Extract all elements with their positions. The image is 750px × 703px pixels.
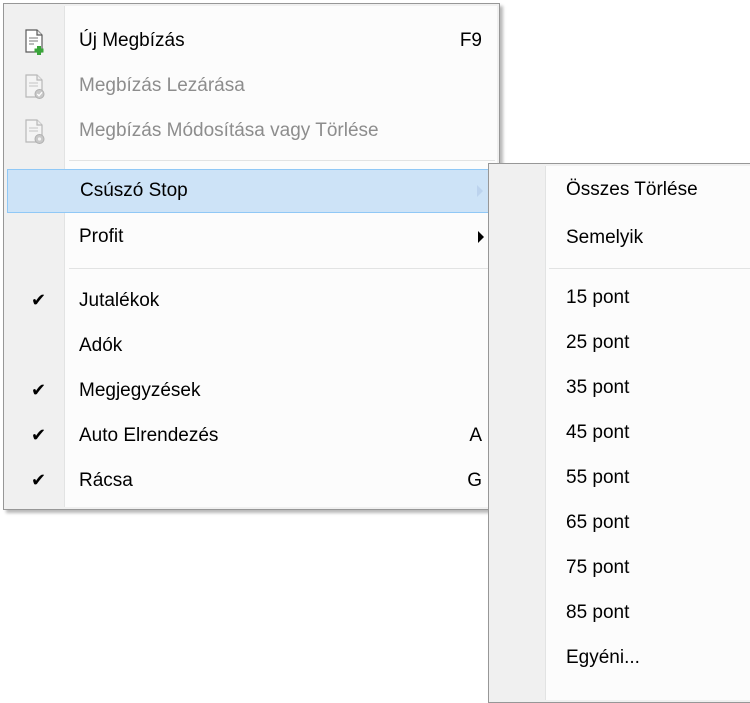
menu-item-label: 15 pont [566,287,630,308]
submenu-item-55-points[interactable]: 55 pont [492,457,750,501]
modify-order-icon [25,119,45,144]
checkmark-icon: ✔ [31,290,47,310]
menu-item-label: 45 pont [566,422,630,443]
new-order-icon [25,29,44,55]
submenu-item-15-points[interactable]: 15 pont [492,277,750,321]
menu-item-auto-arrange[interactable]: ✔ Auto Elrendezés A [7,415,496,459]
menu-item-label: Profit [79,226,124,247]
menu-separator [69,160,495,161]
checkmark-icon: ✔ [31,470,47,490]
menu-separator [69,268,495,269]
menu-item-label: 75 pont [566,557,630,578]
close-order-icon [25,74,45,99]
menu-item-commissions[interactable]: ✔ Jutalékok [7,280,496,324]
menu-item-label: Megjegyzések [79,380,201,401]
menu-item-grid[interactable]: ✔ Rácsa G [7,460,496,504]
submenu-item-75-points[interactable]: 75 pont [492,547,750,591]
checkmark-icon: ✔ [31,380,47,400]
submenu-item-delete-all[interactable]: Összes Törlése [492,169,750,213]
menu-item-profit[interactable]: Profit [7,216,496,260]
submenu-item-35-points[interactable]: 35 pont [492,367,750,411]
menu-item-label: 25 pont [566,332,630,353]
submenu-item-25-points[interactable]: 25 pont [492,322,750,366]
menu-item-trailing-stop[interactable]: Csúszó Stop [7,169,496,213]
menu-item-notes[interactable]: ✔ Megjegyzések [7,370,496,414]
menu-item-label: Megbízás Lezárása [79,75,245,96]
menu-item-label: Rácsa [79,470,133,491]
menu-item-label: Semelyik [566,227,644,248]
menu-item-label: Megbízás Módosítása vagy Törlése [79,120,379,141]
submenu-item-none[interactable]: Semelyik [492,217,750,261]
menu-item-taxes[interactable]: Adók [7,325,496,369]
menu-item-label: Auto Elrendezés [79,425,219,446]
menu-item-modify-order[interactable]: Megbízás Módosítása vagy Törlése [7,110,496,154]
menu-item-label: Egyéni... [566,647,640,668]
menu-item-label: 35 pont [566,377,630,398]
menu-item-close-order[interactable]: Megbízás Lezárása [7,65,496,109]
submenu-item-custom[interactable]: Egyéni... [492,637,750,681]
menu-item-new-order[interactable]: Új Megbízás F9 [7,20,496,64]
menu-item-label: 65 pont [566,512,630,533]
menu-item-label: 85 pont [566,602,630,623]
menu-separator [549,268,750,269]
submenu-item-45-points[interactable]: 45 pont [492,412,750,456]
context-menu: Új Megbízás F9 Megbízás Lezárása Megbízá… [3,3,500,510]
submenu-arrow-icon [477,185,483,197]
menu-item-label: Összes Törlése [566,179,698,200]
menu-item-shortcut: F9 [459,30,482,51]
menu-item-label: Adók [79,335,123,356]
menu-item-shortcut: G [467,470,482,491]
submenu-item-65-points[interactable]: 65 pont [492,502,750,546]
menu-item-label: Jutalékok [79,290,160,311]
checkmark-icon: ✔ [31,425,47,445]
menu-item-shortcut: A [469,425,482,446]
submenu-item-85-points[interactable]: 85 pont [492,592,750,636]
menu-item-label: 55 pont [566,467,630,488]
trailing-stop-submenu: Összes Törlése Semelyik 15 pont 25 pont … [488,163,750,703]
menu-item-label: Új Megbízás [79,30,185,51]
submenu-arrow-icon [478,231,484,243]
menu-item-label: Csúszó Stop [80,180,188,201]
